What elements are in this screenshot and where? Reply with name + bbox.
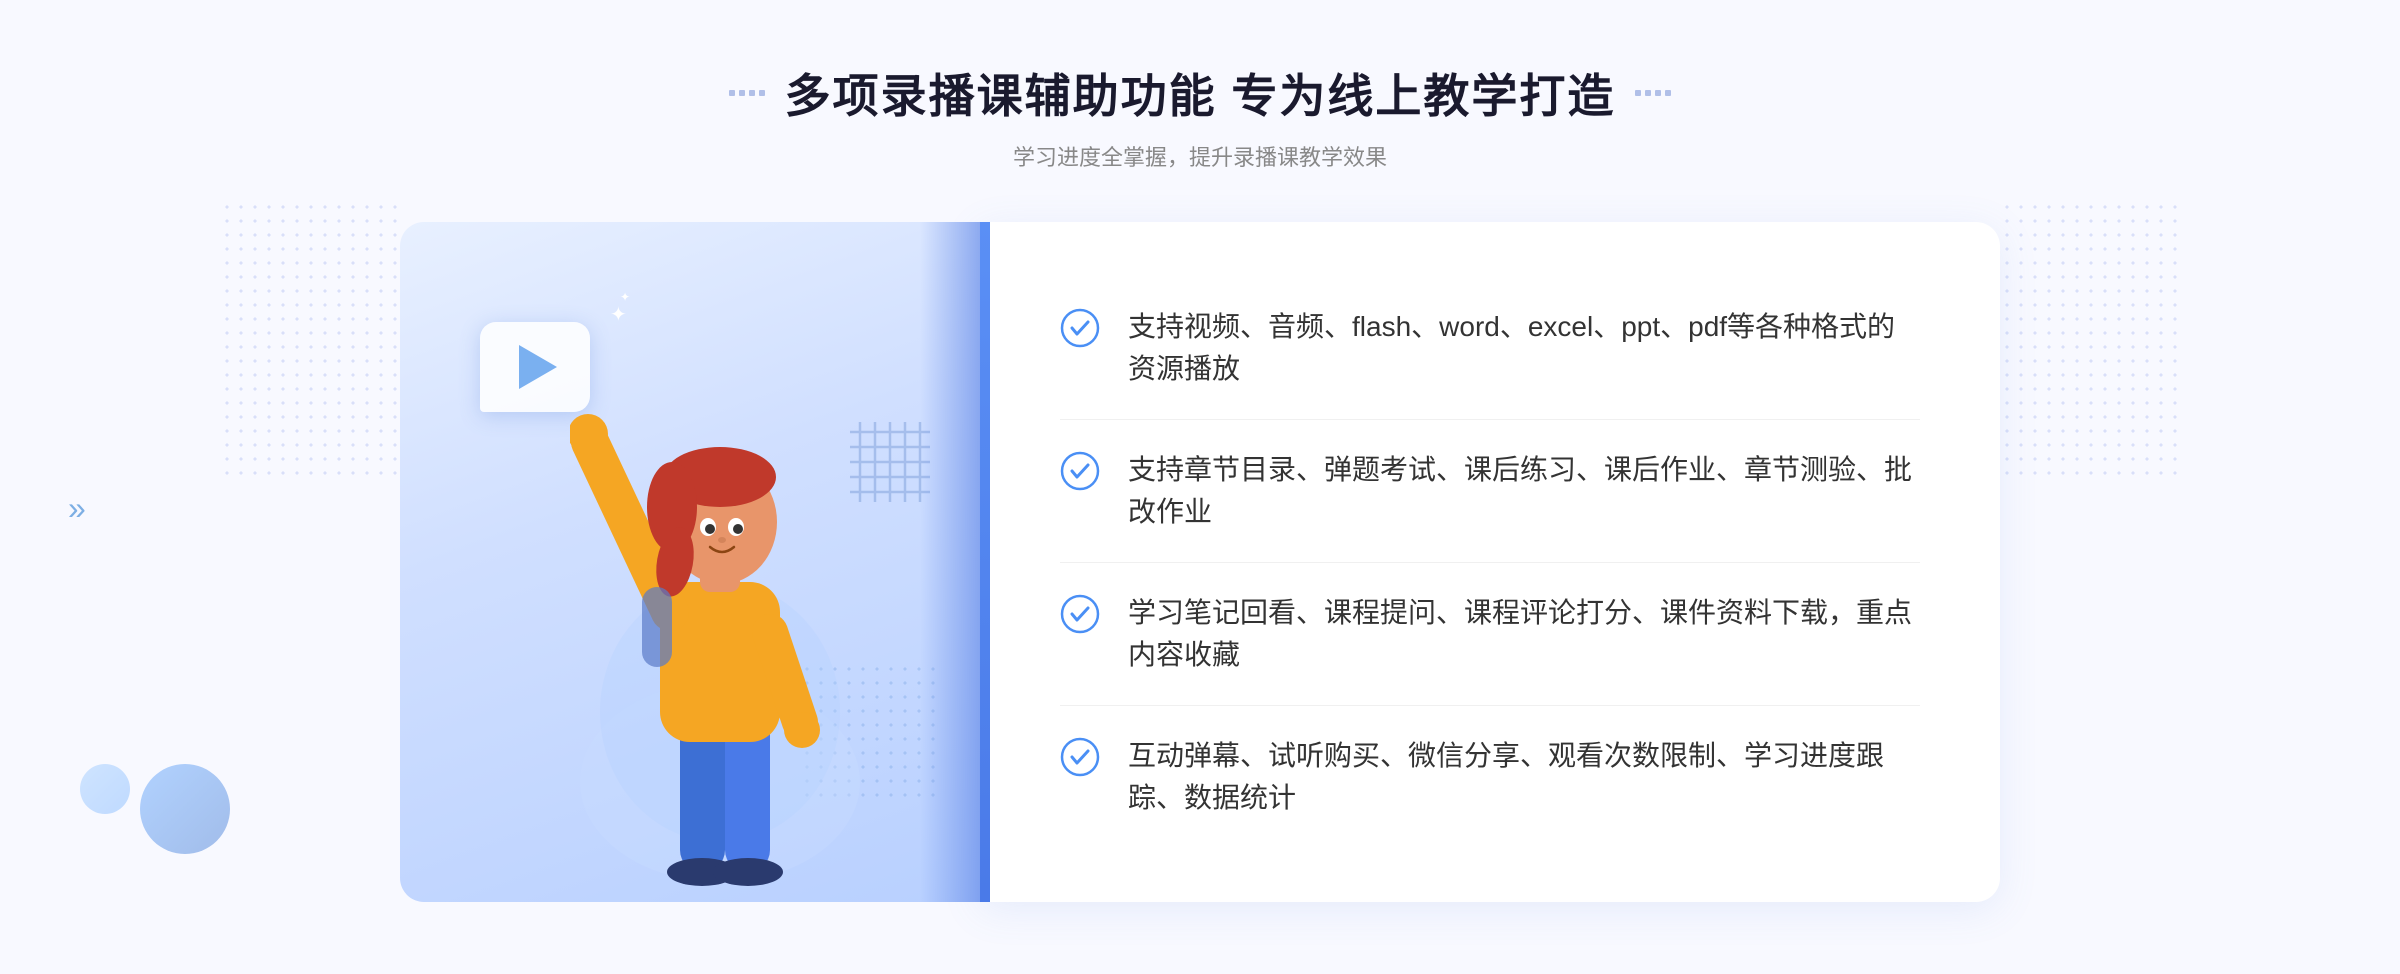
sparkle-2: ✦ xyxy=(620,290,630,304)
divider-3 xyxy=(1060,705,1920,706)
feature-text-2: 支持章节目录、弹题考试、课后练习、课后作业、章节测验、批改作业 xyxy=(1128,449,1920,533)
bg-dots-right xyxy=(2000,200,2180,480)
circle-decoration-small xyxy=(80,764,130,814)
feature-item-3: 学习笔记回看、课程提问、课程评论打分、课件资料下载，重点内容收藏 xyxy=(1060,574,1920,694)
left-arrow-decoration: » xyxy=(68,490,86,527)
check-circle-icon-4 xyxy=(1060,737,1100,777)
content-area: ✦ ✦ xyxy=(400,222,2000,902)
feature-text-4: 互动弹幕、试听购买、微信分享、观看次数限制、学习进度跟踪、数据统计 xyxy=(1128,735,1920,819)
divider-2 xyxy=(1060,562,1920,563)
check-circle-icon-2 xyxy=(1060,451,1100,491)
illustration-panel: ✦ ✦ xyxy=(400,222,980,902)
page-container: » 多项录播课辅助功能 专为线上教学打造 学习进度全掌握，提升录播课教学效果 xyxy=(0,0,2400,974)
page-subtitle: 学习进度全掌握，提升录播课教学效果 xyxy=(729,140,1672,172)
accent-bar xyxy=(980,222,990,902)
check-circle-icon-3 xyxy=(1060,594,1100,634)
header-section: 多项录播课辅助功能 专为线上教学打造 学习进度全掌握，提升录播课教学效果 xyxy=(729,60,1672,172)
sparkle-1: ✦ xyxy=(610,302,627,327)
decorator-left xyxy=(729,90,765,96)
bg-dots-left xyxy=(220,200,400,480)
feature-text-3: 学习笔记回看、课程提问、课程评论打分、课件资料下载，重点内容收藏 xyxy=(1128,592,1920,676)
person-illustration xyxy=(570,362,870,902)
left-panel-overlay xyxy=(920,222,980,902)
check-circle-icon-1 xyxy=(1060,308,1100,348)
feature-item-4: 互动弹幕、试听购买、微信分享、观看次数限制、学习进度跟踪、数据统计 xyxy=(1060,717,1920,837)
features-panel: 支持视频、音频、flash、word、excel、ppt、pdf等各种格式的资源… xyxy=(980,222,2000,902)
play-icon xyxy=(519,345,557,389)
page-title: 多项录播课辅助功能 专为线上教学打造 xyxy=(785,60,1616,126)
feature-item-2: 支持章节目录、弹题考试、课后练习、课后作业、章节测验、批改作业 xyxy=(1060,431,1920,551)
divider-1 xyxy=(1060,419,1920,420)
circle-decoration-left xyxy=(140,764,230,854)
feature-item-1: 支持视频、音频、flash、word、excel、ppt、pdf等各种格式的资源… xyxy=(1060,288,1920,408)
header-decorators: 多项录播课辅助功能 专为线上教学打造 xyxy=(729,60,1672,126)
feature-text-1: 支持视频、音频、flash、word、excel、ppt、pdf等各种格式的资源… xyxy=(1128,306,1920,390)
decorator-right xyxy=(1635,90,1671,96)
